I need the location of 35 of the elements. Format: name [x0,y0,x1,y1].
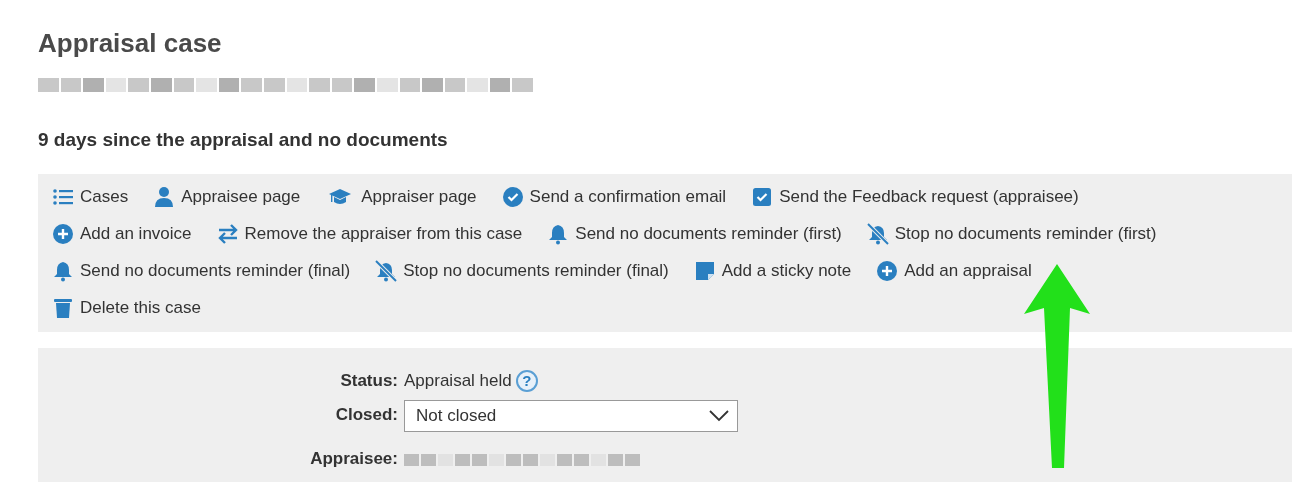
action-link[interactable]: Appraisee page [153,178,301,215]
user-icon [153,185,176,208]
action-link[interactable]: Remove the appraiser from this case [216,215,523,252]
trash-icon [52,296,74,319]
bell-off-icon [375,259,398,282]
action-link[interactable]: Cases [52,178,129,215]
case-subtitle: 9 days since the appraisal and no documents [38,128,449,152]
field-label: Closed: [335,404,398,426]
plus-circle-icon [52,222,74,245]
sticky-note-icon [693,259,716,282]
action-link[interactable]: Send the Feedback request (appraisee) [751,178,1079,215]
page-title: Appraisal case [38,27,223,60]
action-link[interactable]: Stop no documents reminder (final) [375,252,669,289]
action-link[interactable]: Add an appraisal [876,252,1032,289]
field-label: Appraisee: [310,448,398,470]
bell-icon [52,259,74,282]
closed-dropdown[interactable]: Not closed [404,400,738,432]
checkbox-icon [751,185,774,208]
action-link[interactable]: Appraiser page [325,178,477,215]
bell-icon [547,222,570,245]
help-button[interactable]: ? [515,370,538,392]
action-link[interactable]: Stop no documents reminder (first) [866,215,1157,252]
action-link[interactable]: Add an invoice [52,215,192,252]
action-link[interactable]: Send no documents reminder (first) [547,215,842,252]
action-link[interactable]: Delete this case [52,289,201,326]
plus-circle-icon [876,259,899,282]
check-circle-icon [501,185,524,208]
swap-arrows-icon [216,222,239,245]
status-value: Appraisal held [404,370,512,392]
field-label: Status: [340,370,398,392]
action-link[interactable]: Add a sticky note [693,252,852,289]
chevron-down-icon [709,410,729,422]
action-link[interactable]: Send a confirmation email [501,178,727,215]
bell-off-icon [866,222,889,245]
action-link[interactable]: Send no documents reminder (final) [52,252,351,289]
